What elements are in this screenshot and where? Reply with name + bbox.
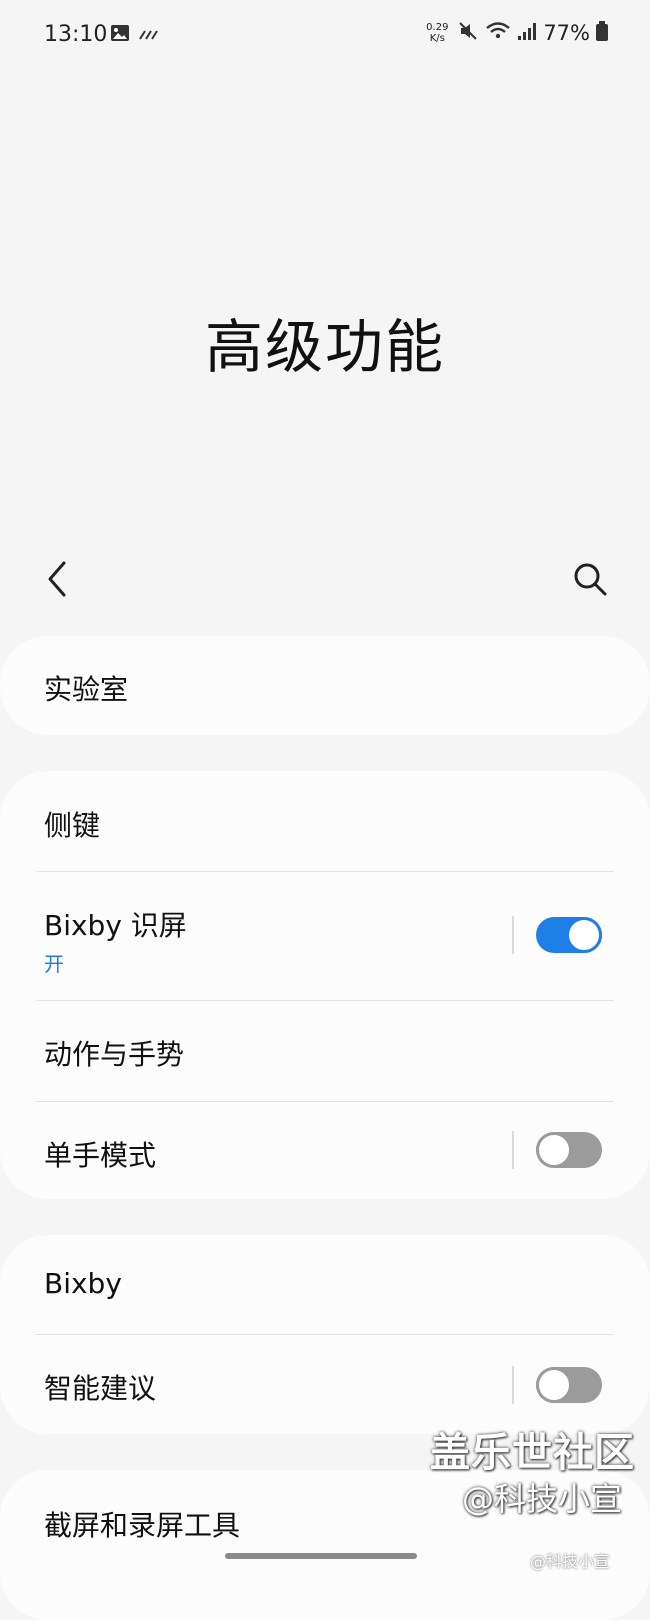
watermark-community: 盖乐世社区 <box>430 1430 635 1476</box>
one-handed-mode-item[interactable]: 单手模式 <box>0 1102 650 1199</box>
page-title: 高级功能 <box>204 313 445 381</box>
watermark-weibo: @科技小宣 <box>530 1552 611 1571</box>
back-button[interactable] <box>40 557 80 601</box>
bixby-item[interactable]: Bixby <box>0 1235 650 1334</box>
one-handed-mode-label: 单手模式 <box>44 1139 157 1172</box>
bixby-label: Bixby <box>44 1267 122 1300</box>
mute-icon <box>457 20 479 46</box>
smart-suggestions-toggle[interactable] <box>536 1367 602 1403</box>
smart-suggestions-label: 智能建议 <box>44 1372 157 1405</box>
motions-gestures-item[interactable]: 动作与手势 <box>0 1001 650 1101</box>
bixby-vision-label: Bixby 识屏 <box>44 909 187 942</box>
battery-percent: 77% <box>543 21 590 45</box>
toggle-knob <box>536 1132 572 1168</box>
search-icon <box>568 563 612 605</box>
screenshot-recorder-label: 截屏和录屏工具 <box>44 1509 241 1542</box>
signal-wave-icon <box>138 26 160 45</box>
labs-card: 实验室 <box>0 636 650 735</box>
labs-item[interactable]: 实验室 <box>0 636 650 735</box>
gallery-icon <box>110 24 130 46</box>
watermark-author: @科技小宣 <box>462 1480 623 1518</box>
chevron-left-icon <box>40 561 80 605</box>
side-key-item[interactable]: 侧键 <box>0 771 650 871</box>
home-indicator[interactable] <box>225 1553 417 1559</box>
bixby-vision-item[interactable]: Bixby 识屏 开 <box>0 872 650 1000</box>
switch-separator <box>512 1366 514 1404</box>
toolbar <box>0 555 650 605</box>
labs-label: 实验室 <box>44 673 129 706</box>
buttons-gestures-card: 侧键 Bixby 识屏 开 动作与手势 单手模式 <box>0 771 650 1199</box>
toggle-knob <box>566 917 602 953</box>
status-time: 13:10 <box>44 22 108 47</box>
wifi-icon <box>485 20 511 46</box>
motions-gestures-label: 动作与手势 <box>44 1038 185 1071</box>
bixby-vision-toggle[interactable] <box>536 917 602 953</box>
cellular-signal-icon <box>517 21 537 45</box>
one-handed-mode-toggle[interactable] <box>536 1132 602 1168</box>
toggle-knob <box>536 1367 572 1403</box>
bixby-card: Bixby 智能建议 <box>0 1235 650 1434</box>
side-key-label: 侧键 <box>44 809 101 842</box>
search-button[interactable] <box>568 557 612 601</box>
switch-separator <box>512 916 514 954</box>
status-bar: 13:10 0.29 K/s 77% <box>0 0 650 72</box>
battery-icon <box>596 21 608 45</box>
bixby-vision-status: 开 <box>44 952 64 976</box>
switch-separator <box>512 1131 514 1169</box>
net-speed: 0.29 K/s <box>426 22 449 44</box>
